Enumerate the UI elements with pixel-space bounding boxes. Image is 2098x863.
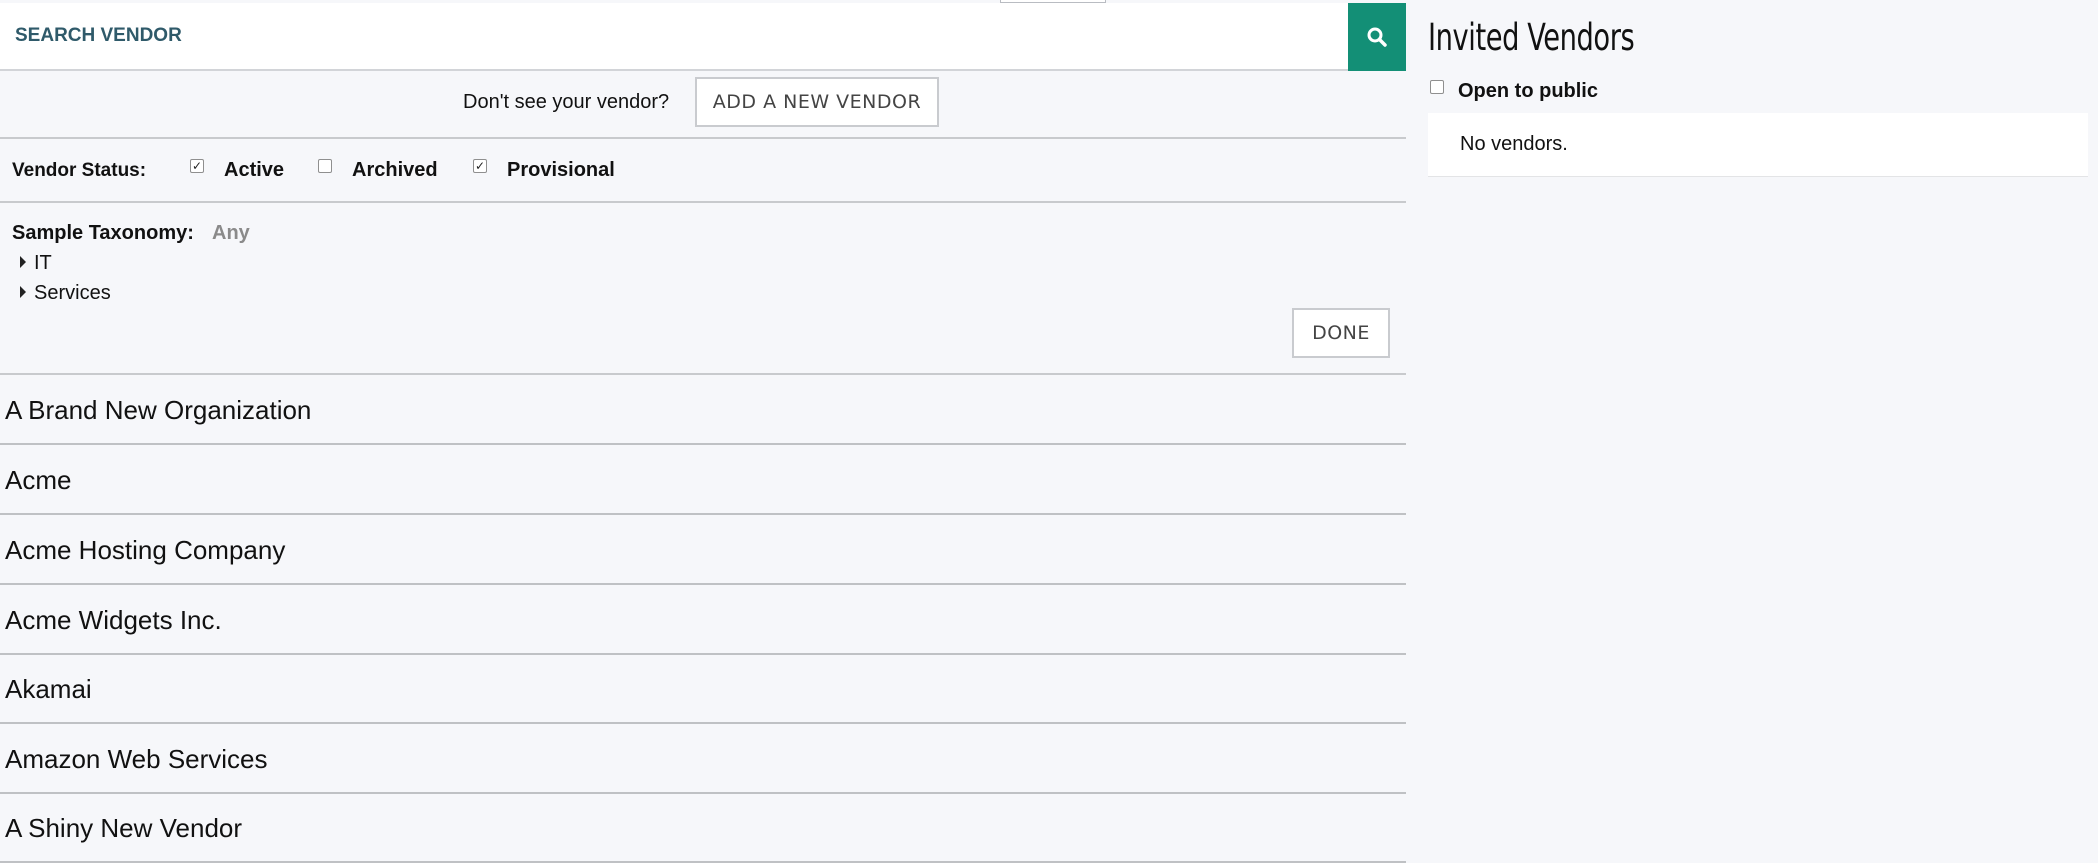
search-bar bbox=[0, 3, 1406, 71]
add-vendor-row: Don't see your vendor? ADD A NEW VENDOR bbox=[0, 69, 1406, 139]
empty-message: No vendors. bbox=[1460, 133, 1568, 155]
taxonomy-item-services[interactable]: Services bbox=[20, 282, 111, 305]
vendor-status-label: Vendor Status: bbox=[12, 160, 147, 181]
vendor-row[interactable]: Akamai bbox=[0, 654, 1406, 724]
vendor-row[interactable]: Acme Hosting Company bbox=[0, 515, 1406, 585]
open-to-public-checkbox[interactable] bbox=[1430, 80, 1444, 94]
archived-checkbox[interactable] bbox=[318, 159, 332, 173]
active-checkbox[interactable]: ✓ bbox=[190, 159, 204, 173]
invited-vendors-title: Invited Vendors bbox=[1428, 16, 1635, 59]
caret-right-icon[interactable] bbox=[20, 256, 26, 268]
done-button[interactable]: DONE bbox=[1292, 308, 1390, 358]
vendor-row[interactable]: Acme Widgets Inc. bbox=[0, 585, 1406, 655]
taxonomy-value[interactable]: Any bbox=[212, 222, 250, 245]
search-button[interactable] bbox=[1348, 3, 1406, 71]
vendor-row[interactable]: A Shiny New Vendor bbox=[0, 793, 1406, 863]
vendor-row[interactable]: Acme bbox=[0, 445, 1406, 515]
caret-right-icon[interactable] bbox=[20, 286, 26, 298]
add-new-vendor-button[interactable]: ADD A NEW VENDOR bbox=[695, 77, 939, 127]
taxonomy-label: Sample Taxonomy: bbox=[12, 222, 194, 244]
vendor-status-filter: Vendor Status: ✓ Active Archived ✓ Provi… bbox=[0, 139, 1406, 203]
taxonomy-item-it[interactable]: IT bbox=[20, 252, 52, 275]
provisional-checkbox[interactable]: ✓ bbox=[473, 159, 487, 173]
vendor-search-panel: Don't see your vendor? ADD A NEW VENDOR … bbox=[0, 0, 1406, 863]
taxonomy-filter: Sample Taxonomy: Any IT Services DONE bbox=[0, 203, 1406, 375]
vendor-row[interactable]: Amazon Web Services bbox=[0, 724, 1406, 794]
invited-vendors-list: No vendors. bbox=[1428, 113, 2088, 177]
active-label: Active bbox=[224, 159, 285, 181]
search-icon bbox=[1367, 27, 1387, 47]
open-to-public-label: Open to public bbox=[1458, 80, 1598, 102]
add-vendor-prompt: Don't see your vendor? bbox=[463, 91, 670, 113]
archived-label: Archived bbox=[352, 159, 438, 181]
search-input[interactable] bbox=[0, 3, 1346, 69]
invited-vendors-panel: Invited Vendors Open to public No vendor… bbox=[1428, 0, 2088, 862]
provisional-label: Provisional bbox=[507, 159, 615, 181]
vendor-row[interactable]: A Brand New Organization bbox=[0, 375, 1406, 445]
